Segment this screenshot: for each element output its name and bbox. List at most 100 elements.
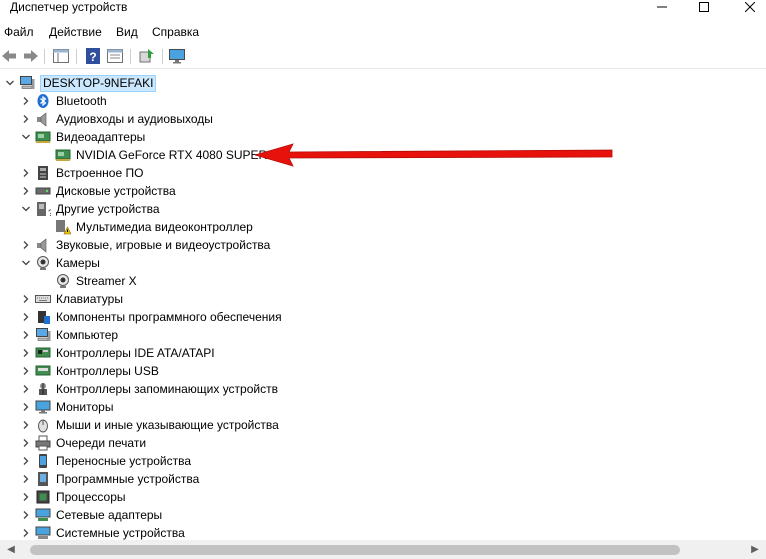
chevron-right-icon[interactable] — [20, 92, 32, 110]
chevron-right-icon[interactable] — [20, 308, 32, 326]
computer-icon — [19, 75, 35, 91]
device-monitor-button[interactable] — [168, 47, 186, 65]
tree-category-label: Контроллеры запоминающих устройств — [56, 382, 278, 396]
chevron-right-icon[interactable] — [20, 362, 32, 380]
system-device-icon — [35, 525, 51, 541]
chevron-down-icon[interactable] — [20, 254, 32, 272]
chevron-right-icon[interactable] — [20, 470, 32, 488]
tree-category[interactable]: Переносные устройства — [20, 452, 191, 470]
tree-category[interactable]: Аудиовходы и аудиовыходы — [20, 110, 213, 128]
unknown-device-icon: ? — [35, 201, 51, 217]
keyboard-icon — [35, 291, 51, 307]
computer-icon — [35, 327, 51, 343]
camera-icon — [55, 273, 71, 289]
properties-button[interactable] — [106, 47, 124, 65]
tree-category[interactable]: Мониторы — [20, 398, 113, 416]
show-hide-console-tree-button[interactable] — [52, 47, 70, 65]
chevron-down-icon[interactable] — [20, 200, 32, 218]
root-label: DESKTOP-9NEFAKI — [40, 74, 157, 92]
monitor-icon — [35, 399, 51, 415]
tree-category-label: Программные устройства — [56, 472, 200, 486]
tree-device-label: NVIDIA GeForce RTX 4080 SUPER — [76, 148, 268, 162]
svg-text:?: ? — [48, 208, 51, 217]
tree-category[interactable]: Процессоры — [20, 488, 126, 506]
chevron-down-icon[interactable] — [4, 74, 16, 92]
title-bar: Диспетчер устройств — [0, 0, 766, 16]
tree-root[interactable]: DESKTOP-9NEFAKI — [4, 74, 157, 92]
tree-category-label: Bluetooth — [56, 94, 107, 108]
toolbar-separator — [44, 49, 45, 64]
tree-category[interactable]: Программные устройства — [20, 470, 199, 488]
tree-category[interactable]: Камеры — [20, 254, 100, 272]
menu-action[interactable]: Действие — [49, 25, 102, 39]
menu-bar: Файл Действие Вид Справка — [0, 22, 766, 42]
tree-device[interactable]: Мультимедиа видеоконтроллер — [52, 218, 253, 236]
console-tree-icon — [53, 49, 69, 63]
maximize-button[interactable] — [692, 0, 716, 14]
tree-category[interactable]: Контроллеры IDE ATA/ATAPI — [20, 344, 215, 362]
forward-button[interactable] — [22, 47, 40, 65]
tree-category[interactable]: Очереди печати — [20, 434, 146, 452]
chevron-right-icon[interactable] — [20, 164, 32, 182]
tree-category[interactable]: Сетевые адаптеры — [20, 506, 162, 524]
menu-help[interactable]: Справка — [152, 25, 199, 39]
tree-category-label: Мыши и иные указывающие устройства — [56, 418, 279, 432]
tree-category[interactable]: Клавиатуры — [20, 290, 123, 308]
chevron-right-icon[interactable] — [20, 344, 32, 362]
maximize-icon — [699, 2, 709, 12]
scrollbar-thumb[interactable] — [30, 545, 680, 555]
menu-file[interactable]: Файл — [4, 25, 34, 39]
chevron-right-icon[interactable] — [20, 488, 32, 506]
chevron-right-icon[interactable] — [20, 182, 32, 200]
tree-device-label: Streamer X — [76, 274, 137, 288]
chevron-right-icon[interactable] — [20, 326, 32, 344]
menu-view[interactable]: Вид — [116, 25, 138, 39]
tree-category[interactable]: Встроенное ПО — [20, 164, 143, 182]
tree-category-label: Дисковые устройства — [56, 184, 176, 198]
speaker-icon — [35, 111, 51, 127]
chevron-down-icon[interactable] — [20, 128, 32, 146]
tree-category[interactable]: Контроллеры запоминающих устройств — [20, 380, 278, 398]
tree-category-label: Видеоадаптеры — [56, 130, 146, 144]
tree-device[interactable]: NVIDIA GeForce RTX 4080 SUPER — [52, 146, 267, 164]
chevron-right-icon[interactable] — [20, 398, 32, 416]
close-button[interactable] — [738, 0, 762, 14]
chevron-right-icon[interactable] — [20, 506, 32, 524]
scan-hardware-button[interactable] — [138, 47, 156, 65]
tree-category[interactable]: ? Другие устройства — [20, 200, 160, 218]
tree-category[interactable]: Звуковые, игровые и видеоустройства — [20, 236, 270, 254]
tree-category[interactable]: Компоненты программного обеспечения — [20, 308, 282, 326]
window-title: Диспетчер устройств — [10, 0, 128, 14]
chevron-right-icon[interactable] — [20, 110, 32, 128]
tree-category-label: Сетевые адаптеры — [56, 508, 163, 522]
tree-category[interactable]: Видеоадаптеры — [20, 128, 145, 146]
software-component-icon — [35, 309, 51, 325]
forward-arrow-icon — [24, 50, 38, 62]
tree-category-label: Переносные устройства — [56, 454, 192, 468]
chevron-right-icon[interactable] — [20, 380, 32, 398]
scroll-left-icon[interactable]: ◀ — [4, 543, 18, 557]
mouse-icon — [35, 417, 51, 433]
chevron-right-icon[interactable] — [20, 452, 32, 470]
disk-drive-icon — [35, 183, 51, 199]
chevron-right-icon[interactable] — [20, 236, 32, 254]
horizontal-scrollbar[interactable]: ◀ ▶ — [0, 540, 766, 559]
tree-category[interactable]: Дисковые устройства — [20, 182, 176, 200]
chevron-right-icon[interactable] — [20, 434, 32, 452]
tree-category-label: Другие устройства — [56, 202, 160, 216]
usb-controller-icon — [35, 363, 51, 379]
tree-category[interactable]: Мыши и иные указывающие устройства — [20, 416, 279, 434]
display-adapter-icon — [55, 147, 71, 163]
tree-category[interactable]: Контроллеры USB — [20, 362, 159, 380]
tree-category[interactable]: Компьютер — [20, 326, 118, 344]
chevron-right-icon[interactable] — [20, 416, 32, 434]
red-annotation-arrow — [255, 143, 613, 167]
tree-category-label: Встроенное ПО — [56, 166, 144, 180]
back-button[interactable] — [0, 47, 18, 65]
chevron-right-icon[interactable] — [20, 290, 32, 308]
tree-device[interactable]: Streamer X — [52, 272, 137, 290]
scroll-right-icon[interactable]: ▶ — [748, 543, 762, 557]
tree-category[interactable]: Bluetooth — [20, 92, 107, 110]
minimize-button[interactable] — [650, 0, 674, 14]
help-button[interactable]: ? — [84, 47, 102, 65]
